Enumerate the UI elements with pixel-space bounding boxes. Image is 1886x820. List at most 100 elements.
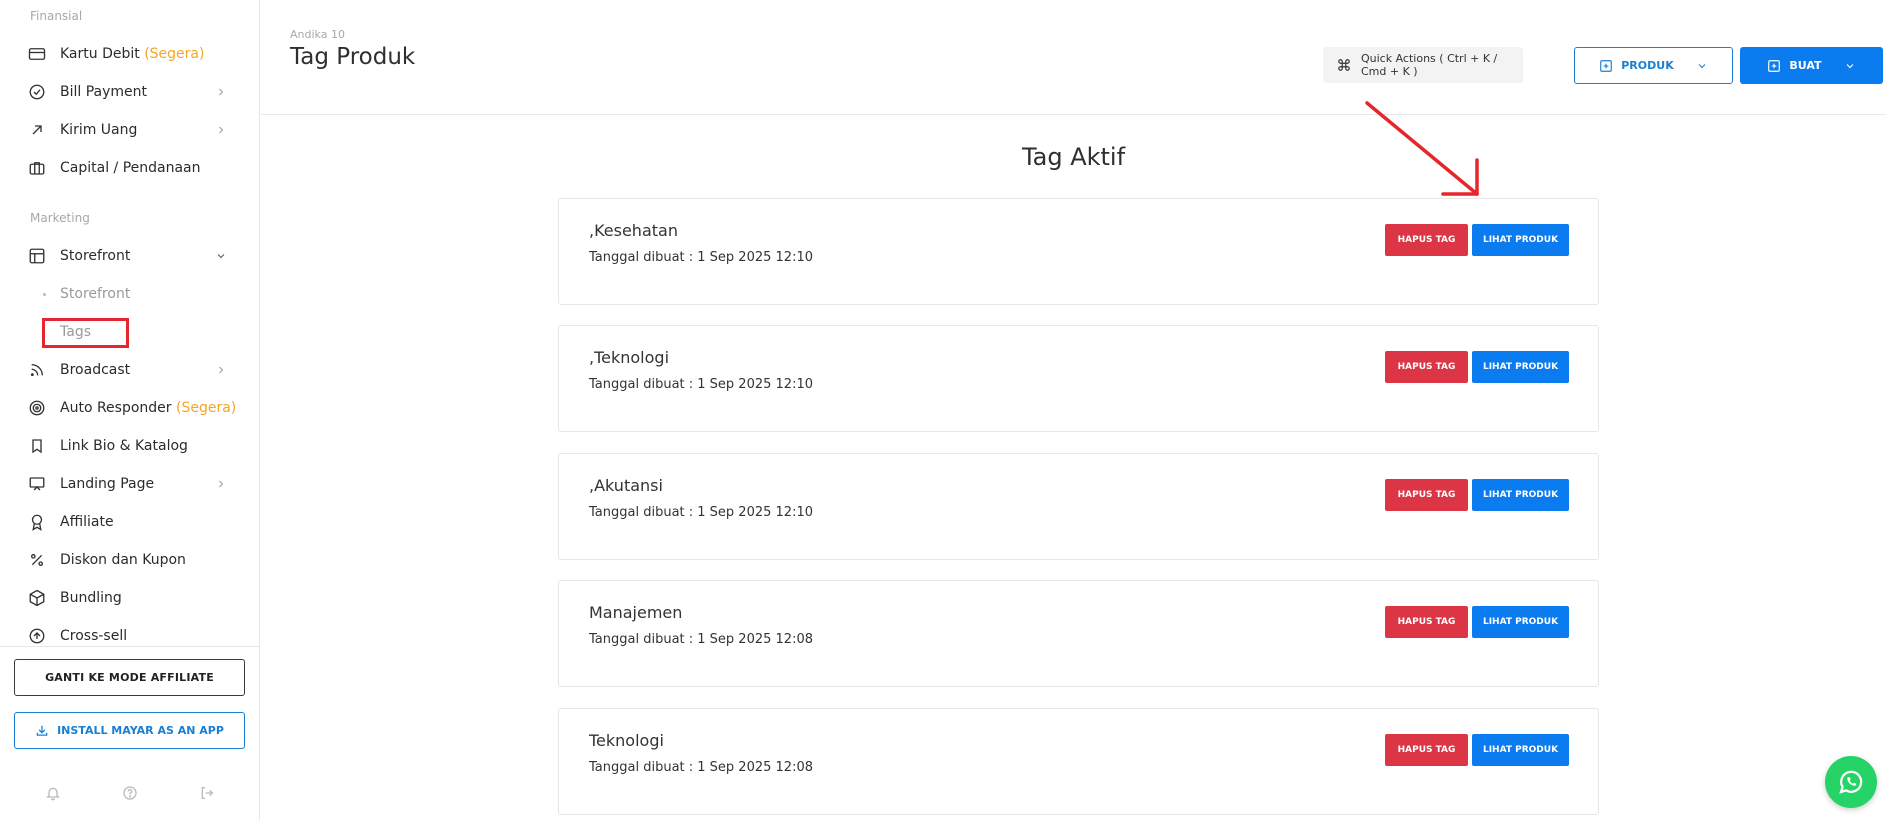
soon-badge: (Segera): [144, 46, 205, 62]
sidebar-item-bundling[interactable]: Bundling: [0, 580, 259, 616]
chevron-down-icon: [1844, 60, 1856, 72]
sidebar-item-link-bio[interactable]: Link Bio & Katalog: [0, 428, 259, 464]
sidebar-item-label: Diskon dan Kupon: [60, 552, 186, 568]
sidebar-item-label: Link Bio & Katalog: [60, 438, 188, 454]
sidebar-item-broadcast[interactable]: Broadcast: [0, 352, 259, 388]
delete-tag-button[interactable]: HAPUS TAG: [1385, 351, 1468, 383]
view-products-button[interactable]: LIHAT PRODUK: [1472, 479, 1569, 511]
install-app-button[interactable]: INSTALL MAYAR AS AN APP: [14, 712, 245, 749]
sidebar-subitem-storefront[interactable]: Storefront: [0, 278, 259, 310]
tag-created-date: Tanggal dibuat : 1 Sep 2025 12:10: [589, 377, 813, 392]
annotation-highlight-box: [42, 318, 129, 348]
tag-name: ,Akutansi: [589, 476, 663, 495]
view-products-button[interactable]: LIHAT PRODUK: [1472, 224, 1569, 256]
sidebar-item-kirim-uang[interactable]: Kirim Uang: [0, 112, 259, 148]
page-title: Tag Produk: [290, 44, 416, 70]
monitor-icon: [28, 475, 46, 493]
sidebar-item-storefront[interactable]: Storefront: [0, 238, 259, 274]
tag-name: Manajemen: [589, 603, 683, 622]
sidebar-item-label: Broadcast: [60, 362, 131, 378]
view-products-button[interactable]: LIHAT PRODUK: [1472, 351, 1569, 383]
page-header: Andika 10 Tag Produk Quick Actions ( Ctr…: [261, 0, 1886, 115]
sidebar-item-label: Auto Responder (Segera): [60, 400, 237, 416]
quick-actions-button[interactable]: Quick Actions ( Ctrl + K / Cmd + K ): [1323, 47, 1523, 83]
sidebar-item-label: Capital / Pendanaan: [60, 160, 201, 176]
sidebar-item-landing-page[interactable]: Landing Page: [0, 466, 259, 502]
view-products-button[interactable]: LIHAT PRODUK: [1472, 734, 1569, 766]
chevron-right-icon: [214, 363, 228, 377]
install-app-label: INSTALL MAYAR AS AN APP: [57, 724, 224, 737]
arrow-up-circle-icon: [28, 627, 46, 645]
logout-icon[interactable]: [197, 783, 217, 803]
tag-card: Teknologi Tanggal dibuat : 1 Sep 2025 12…: [558, 708, 1599, 815]
sidebar-item-kartu-debit[interactable]: Kartu Debit (Segera): [0, 36, 259, 72]
tag-name: Teknologi: [589, 731, 664, 750]
sidebar-item-diskon[interactable]: Diskon dan Kupon: [0, 542, 259, 578]
breadcrumb[interactable]: Andika 10: [290, 28, 345, 41]
sidebar: Finansial Kartu Debit (Segera) Bill Paym…: [0, 0, 260, 820]
download-icon: [35, 724, 49, 738]
sidebar-item-label: Bundling: [60, 590, 122, 606]
delete-tag-button[interactable]: HAPUS TAG: [1385, 479, 1468, 511]
percent-icon: [28, 551, 46, 569]
sidebar-item-label: Kartu Debit (Segera): [60, 46, 205, 62]
quick-actions-label: Quick Actions ( Ctrl + K / Cmd + K ): [1361, 52, 1498, 78]
sidebar-item-label: Affiliate: [60, 514, 114, 530]
bell-icon[interactable]: [43, 783, 63, 803]
plus-square-icon: [1599, 59, 1613, 73]
chevron-down-icon: [1696, 60, 1708, 72]
section-title: Tag Aktif: [1021, 143, 1126, 171]
tag-created-date: Tanggal dibuat : 1 Sep 2025 12:10: [589, 250, 813, 265]
bullet-dot: [43, 292, 46, 296]
briefcase-icon: [28, 159, 46, 177]
view-products-button[interactable]: LIHAT PRODUK: [1472, 606, 1569, 638]
sidebar-footer-icons: [0, 783, 259, 807]
tag-card: ,Akutansi Tanggal dibuat : 1 Sep 2025 12…: [558, 453, 1599, 560]
tag-created-date: Tanggal dibuat : 1 Sep 2025 12:08: [589, 632, 813, 647]
delete-tag-button[interactable]: HAPUS TAG: [1385, 606, 1468, 638]
tag-name: ,Teknologi: [589, 348, 670, 367]
chevron-right-icon: [214, 85, 228, 99]
tag-name: ,Kesehatan: [589, 221, 678, 240]
sidebar-footer: GANTI KE MODE AFFILIATE INSTALL MAYAR AS…: [0, 646, 259, 820]
sidebar-nav: Finansial Kartu Debit (Segera) Bill Paym…: [0, 0, 260, 646]
tag-created-date: Tanggal dibuat : 1 Sep 2025 12:10: [589, 505, 813, 520]
chevron-right-icon: [214, 123, 228, 137]
help-icon[interactable]: [120, 783, 140, 803]
sidebar-subitem-label: Storefront: [60, 286, 131, 302]
sidebar-item-label: Storefront: [60, 248, 131, 264]
sidebar-item-label: Cross-sell: [60, 628, 128, 644]
soon-badge: (Segera): [176, 400, 237, 416]
sidebar-item-label: Bill Payment: [60, 84, 148, 100]
target-icon: [28, 399, 46, 417]
tag-card: Manajemen Tanggal dibuat : 1 Sep 2025 12…: [558, 580, 1599, 687]
section-label-marketing: Marketing: [30, 211, 90, 225]
bookmark-icon: [28, 437, 46, 455]
tag-created-date: Tanggal dibuat : 1 Sep 2025 12:08: [589, 760, 813, 775]
delete-tag-button[interactable]: HAPUS TAG: [1385, 734, 1468, 766]
sidebar-item-affiliate[interactable]: Affiliate: [0, 504, 259, 540]
rss-icon: [28, 361, 46, 379]
produk-dropdown-button[interactable]: PRODUK: [1574, 47, 1733, 84]
credit-card-icon: [28, 45, 46, 63]
command-icon: [1337, 58, 1351, 72]
check-circle-icon: [28, 83, 46, 101]
produk-label: PRODUK: [1621, 59, 1674, 72]
section-label-finansial: Finansial: [30, 9, 83, 23]
annotation-arrow: [1365, 101, 1479, 196]
sidebar-item-cross-sell[interactable]: Cross-sell: [0, 618, 259, 646]
buat-dropdown-button[interactable]: BUAT: [1740, 47, 1883, 84]
delete-tag-button[interactable]: HAPUS TAG: [1385, 224, 1468, 256]
box-icon: [28, 589, 46, 607]
chevron-down-icon: [214, 249, 228, 263]
switch-affiliate-mode-button[interactable]: GANTI KE MODE AFFILIATE: [14, 659, 245, 696]
buat-label: BUAT: [1789, 59, 1822, 72]
sidebar-item-auto-responder[interactable]: Auto Responder (Segera): [0, 390, 259, 426]
whatsapp-chat-button[interactable]: [1825, 756, 1877, 808]
sidebar-subitem-tags[interactable]: Tags: [0, 316, 259, 348]
plus-square-icon: [1767, 59, 1781, 73]
sidebar-item-capital[interactable]: Capital / Pendanaan: [0, 150, 259, 186]
sidebar-item-bill-payment[interactable]: Bill Payment: [0, 74, 259, 110]
sidebar-item-label: Kirim Uang: [60, 122, 138, 138]
sidebar-item-label: Landing Page: [60, 476, 155, 492]
